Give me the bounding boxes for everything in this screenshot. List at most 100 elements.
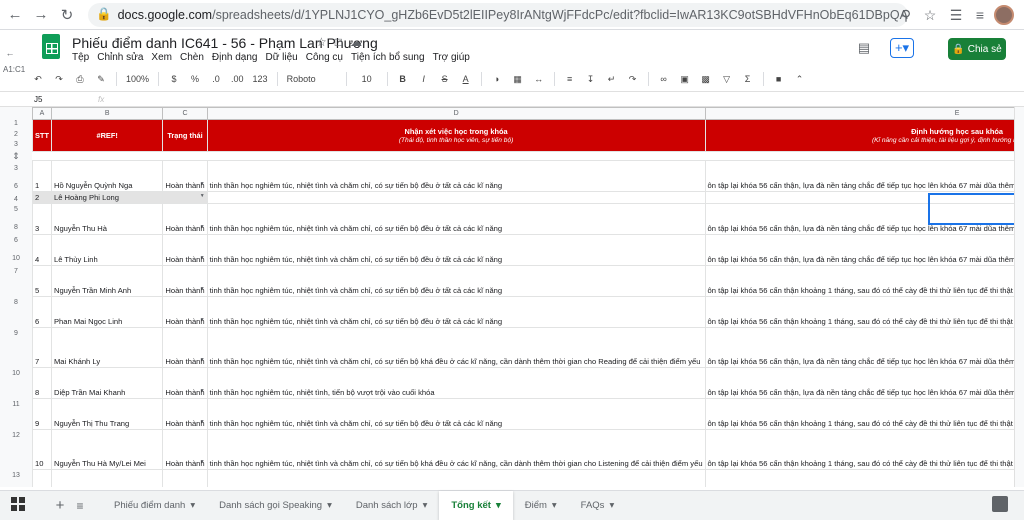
star-icon[interactable]: ☆ — [316, 35, 327, 49]
cell-stt[interactable]: 2 — [32, 191, 52, 204]
text-rotate-icon[interactable]: ↷ — [627, 70, 639, 88]
table-row[interactable]: 4 Lê Thùy Linh Hoàn thành ▼ tinh thần học ng… — [32, 234, 1024, 266]
row-header[interactable]: 1 — [0, 120, 32, 127]
cell-direction[interactable]: ôn tập lại khóa 56 cẩn thận, lựa đà nền … — [704, 469, 1024, 487]
column-header[interactable]: B — [50, 107, 164, 120]
row-header[interactable]: 8 — [0, 299, 32, 306]
tab-dropdown-icon[interactable]: ▾ — [190, 500, 195, 511]
all-sheets-menu-icon[interactable]: ≡ — [70, 499, 90, 513]
cell-stt[interactable]: 1 — [32, 160, 52, 192]
cell-comment[interactable]: tinh thần học nghiêm túc, nhiệt tình và … — [206, 160, 706, 192]
cell-reference[interactable]: J5 — [0, 95, 80, 104]
cell-name[interactable]: Nguyễn Thu Hà — [50, 203, 164, 235]
cell-comment[interactable]: tinh thần học nghiêm túc, nhiệt tình và … — [206, 203, 706, 235]
status-dropdown-icon[interactable]: ▼ — [200, 254, 205, 263]
cell-status[interactable]: Hoàn thành▼ — [162, 327, 208, 368]
vertical-align-icon[interactable]: ↧ — [585, 70, 597, 88]
tab-diem[interactable]: Điểm ▾ — [513, 491, 569, 520]
row-header[interactable]: 11 — [0, 401, 32, 408]
merge-cells-icon[interactable]: ↔ — [533, 70, 545, 88]
cell-direction[interactable] — [704, 191, 1024, 204]
cell-name[interactable]: Nguyễn Thu Hà My/Lei Mei — [50, 429, 164, 470]
tab-dropdown-icon[interactable]: ▾ — [496, 500, 501, 511]
menu-data[interactable]: Dữ liệu — [265, 52, 297, 63]
side-panel-toggle[interactable]: ← — [0, 48, 20, 60]
cell-status[interactable]: ▼ — [162, 191, 208, 204]
text-wrap-icon[interactable]: ↵ — [606, 70, 618, 88]
menu-view[interactable]: Xem — [151, 52, 172, 63]
status-dropdown-icon[interactable]: ▼ — [200, 418, 205, 427]
cell-comment[interactable]: tinh thần học nghiêm túc, nhiệt tình và … — [206, 327, 706, 368]
comment-icon[interactable]: ▤ — [852, 38, 876, 58]
menu-format[interactable]: Định dạng — [212, 52, 258, 63]
italic-button[interactable]: I — [418, 70, 430, 88]
tab-dropdown-icon[interactable]: ▾ — [423, 500, 428, 511]
cell-comment[interactable]: tinh thần học nghiêm túc, nhiệt tình và … — [206, 469, 706, 487]
cell-stt[interactable]: 6 — [32, 296, 52, 328]
undo-icon[interactable]: ↶ — [32, 70, 44, 88]
cell-name[interactable]: Lê Thùy Linh — [50, 234, 164, 266]
currency-button[interactable]: $ — [168, 70, 180, 88]
tab-phieu-diem-danh[interactable]: Phiếu điểm danh ▾ — [102, 491, 207, 520]
table-row[interactable]: 6 Phan Mai Ngọc Linh Hoàn thành ▼ tinh thần … — [32, 296, 1024, 328]
table-row[interactable]: 9 Nguyễn Thị Thu Trang Hoàn thành ▼ tinh thầ… — [32, 398, 1024, 430]
row-header[interactable]: 3 — [0, 141, 32, 148]
tab-tong-ket[interactable]: Tổng kết ▾ — [439, 490, 513, 520]
percent-button[interactable]: % — [189, 70, 201, 88]
cell-status[interactable]: Hoàn thành▼ — [162, 296, 208, 328]
cell-name[interactable]: Lê Hoàng Phi Long — [50, 191, 164, 204]
cell-stt[interactable]: 4 — [32, 234, 52, 266]
cell-status[interactable]: Hoàn thành▼ — [162, 469, 208, 487]
cell-name[interactable]: Hồ Nguyễn Quỳnh Nga — [50, 160, 164, 192]
tab-dropdown-icon[interactable]: ▾ — [609, 500, 614, 511]
row-header[interactable]: 5 — [0, 206, 32, 213]
cell-direction[interactable]: ôn tập lại khóa 56 cẩn thận, lựa đà nền … — [704, 203, 1024, 235]
cell-direction[interactable]: ôn tập lại khóa 56 cẩn thận, lựa đà nền … — [704, 234, 1024, 266]
avatar[interactable] — [994, 5, 1014, 25]
insert-link-icon[interactable]: ∞ — [658, 70, 670, 88]
redo-icon[interactable]: ↷ — [53, 70, 65, 88]
select-all-corner[interactable] — [0, 107, 32, 119]
menu-insert[interactable]: Chèn — [180, 52, 204, 63]
table-row[interactable]: 2Lê Hoàng Phi Long▼77,8%55,6% — [32, 191, 1024, 204]
row-header[interactable]: 2 — [0, 131, 32, 138]
menu-addons[interactable]: Tiện ích bổ sung — [351, 52, 425, 63]
row-header[interactable]: 13 — [0, 472, 32, 479]
column-header[interactable]: D — [206, 107, 706, 120]
cell-stt[interactable]: 9 — [32, 398, 52, 430]
cell-direction[interactable]: ôn tập lại khóa 56 cẩn thận, lựa đà nền … — [704, 160, 1024, 192]
cell-comment[interactable]: tinh thần học nghiêm túc, nhiệt tình và … — [206, 265, 706, 297]
font-select[interactable]: Roboto — [287, 70, 337, 88]
row-header[interactable]: 4 — [0, 196, 32, 203]
zoom-select[interactable]: 100% — [126, 70, 149, 88]
table-row[interactable]: 3 Nguyễn Thu Hà Hoàn thành ▼ tinh thần học n… — [32, 203, 1024, 235]
cell-direction[interactable]: ôn tập lại khóa 56 cẩn thận khoảng 1 thá… — [704, 265, 1024, 297]
cell-name[interactable]: Nguyễn Trần Minh Anh — [50, 265, 164, 297]
insert-chart-icon[interactable]: ▩ — [700, 70, 712, 88]
row-header[interactable]: 3 — [0, 165, 32, 172]
extensions-icon[interactable]: ☰ — [946, 5, 966, 25]
strikethrough-button[interactable]: S — [439, 70, 451, 88]
tab-faqs[interactable]: FAQs ▾ — [569, 491, 627, 520]
tab-dropdown-icon[interactable]: ▾ — [327, 500, 332, 511]
row-header[interactable]: 7 — [0, 268, 32, 275]
cell-status[interactable]: Hoàn thành▼ — [162, 367, 208, 399]
input-tools-icon[interactable]: ■ — [773, 70, 785, 88]
menu-edit[interactable]: Chỉnh sửa — [97, 52, 143, 63]
tab-danh-sach-lop[interactable]: Danh sách lớp ▾ — [344, 491, 439, 520]
status-dropdown-icon[interactable]: ▼ — [200, 223, 205, 232]
add-sheet-button[interactable]: + — [50, 497, 70, 514]
move-icon[interactable]: □ — [335, 35, 342, 49]
row-header[interactable]: 10 — [0, 370, 32, 377]
cell-stt[interactable]: 8 — [32, 367, 52, 399]
cell-comment[interactable]: tinh thần học nghiêm túc, nhiệt tình và … — [206, 234, 706, 266]
cell-name[interactable]: Phan Mai Ngọc Linh — [50, 296, 164, 328]
table-row[interactable]: 11Đào Quang AnhHoàn thành▼tinh thần học … — [32, 469, 1024, 487]
back-icon[interactable]: ← — [4, 4, 26, 26]
windows-start-icon[interactable] — [11, 497, 25, 511]
row-header-sub[interactable]: 8 — [0, 224, 32, 231]
table-row[interactable]: 1 Hồ Nguyễn Quỳnh Nga Hoàn thành ▼ tinh thần… — [32, 160, 1024, 192]
cell-direction[interactable]: ôn tập lại khóa 56 cẩn thận khoảng 1 thá… — [704, 398, 1024, 430]
cell-comment[interactable]: tinh thần học nghiêm túc, nhiệt tình và … — [206, 429, 706, 470]
status-dropdown-icon[interactable]: ▼ — [200, 387, 205, 396]
